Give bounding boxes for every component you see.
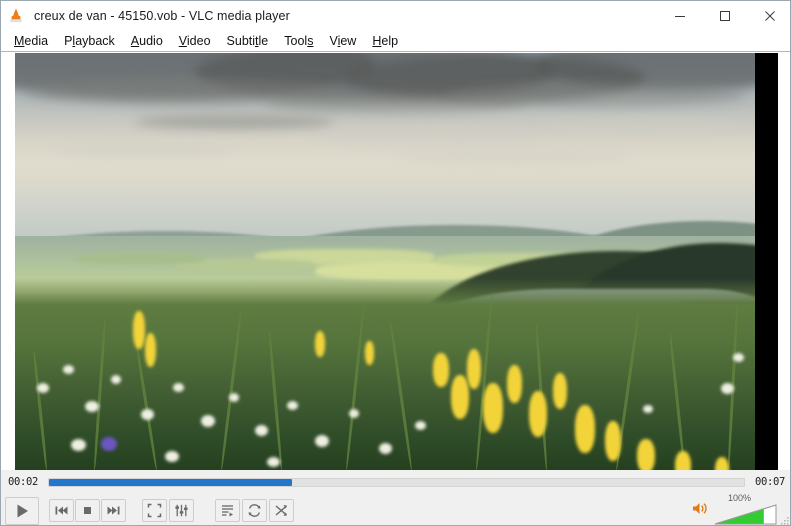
white-flower	[63, 365, 74, 374]
fullscreen-button[interactable]	[142, 499, 167, 522]
white-flower	[255, 425, 268, 436]
minimize-button[interactable]	[657, 1, 702, 31]
menu-item-media[interactable]: Media	[6, 31, 56, 52]
white-flower	[173, 383, 184, 392]
maximize-button[interactable]	[702, 1, 747, 31]
field-patch	[75, 253, 205, 264]
white-flower	[733, 353, 744, 362]
seek-fill	[49, 478, 293, 486]
white-flower	[111, 375, 121, 384]
white-flower	[37, 383, 49, 393]
white-flower	[315, 435, 329, 447]
yellow-flower	[133, 311, 145, 349]
menu-item-subtitle[interactable]: Subtitle	[219, 31, 277, 52]
white-flower	[267, 457, 280, 467]
menubar-separator	[1, 51, 790, 52]
transport-group	[49, 499, 127, 522]
white-flower	[141, 409, 154, 420]
cloud	[395, 153, 635, 163]
purple-flower	[101, 437, 117, 451]
vlc-main-window: creux de van - 45150.vob - VLC media pla…	[0, 0, 791, 526]
yellow-flower	[451, 375, 469, 419]
menu-item-playback[interactable]: Playback	[56, 31, 123, 52]
cloud	[135, 115, 335, 129]
stop-button[interactable]	[75, 499, 100, 522]
view-tools-group	[142, 499, 196, 522]
yellow-flower	[507, 365, 522, 403]
seek-slider[interactable]	[48, 477, 745, 487]
yellow-flower	[575, 405, 595, 453]
yellow-flower	[365, 341, 374, 365]
cloud	[55, 145, 235, 156]
menu-item-audio[interactable]: Audio	[123, 31, 171, 52]
vlc-cone-icon	[7, 7, 25, 25]
menu-item-tools[interactable]: Tools	[276, 31, 321, 52]
cloud	[315, 127, 545, 143]
speaker-icon[interactable]	[692, 501, 709, 521]
playlist-group	[215, 499, 296, 522]
cloud	[535, 119, 745, 133]
white-flower	[349, 409, 359, 418]
white-flower	[71, 439, 86, 451]
white-flower	[85, 401, 99, 412]
volume-wedge	[714, 503, 777, 524]
shuffle-button[interactable]	[269, 499, 294, 522]
play-button[interactable]	[5, 496, 39, 525]
elapsed-time-label: 00:02	[7, 476, 39, 488]
white-flower	[721, 383, 734, 394]
menu-item-help[interactable]: Help	[364, 31, 406, 52]
cloud	[445, 83, 745, 107]
white-flower	[229, 393, 239, 402]
close-button[interactable]	[747, 1, 790, 31]
yellow-flower	[637, 439, 655, 470]
yellow-flower	[467, 349, 481, 389]
yellow-flower	[433, 353, 449, 387]
playlist-button[interactable]	[215, 499, 240, 522]
total-time-label: 00:07	[754, 476, 786, 488]
white-flower	[201, 415, 215, 427]
menu-bar: Media Playback Audio Video Subtitle Tool…	[1, 31, 790, 52]
volume-control: 100%	[692, 493, 778, 525]
equalizer-button[interactable]	[169, 499, 194, 522]
seek-bar-row: 00:02 00:07	[1, 470, 790, 494]
yellow-flower	[145, 333, 156, 367]
loop-button[interactable]	[242, 499, 267, 522]
resize-grip[interactable]	[778, 513, 790, 525]
video-frame	[15, 53, 755, 470]
window-title: creux de van - 45150.vob - VLC media pla…	[34, 9, 290, 23]
video-display-area[interactable]	[15, 53, 778, 470]
title-bar: creux de van - 45150.vob - VLC media pla…	[1, 1, 790, 31]
menu-item-view[interactable]: View	[321, 31, 364, 52]
yellow-flower	[675, 451, 691, 470]
yellow-flower	[553, 373, 567, 409]
yellow-flower	[605, 421, 621, 461]
white-flower	[165, 451, 179, 462]
volume-slider[interactable]: 100%	[714, 493, 778, 525]
white-flower	[415, 421, 426, 430]
yellow-flower	[529, 391, 547, 437]
white-flower	[643, 405, 653, 413]
yellow-flower	[483, 383, 503, 433]
previous-button[interactable]	[49, 499, 74, 522]
white-flower	[379, 443, 392, 454]
window-controls	[657, 1, 790, 31]
letterbox-bar	[755, 53, 778, 470]
next-button[interactable]	[101, 499, 126, 522]
white-flower	[287, 401, 298, 410]
controls-bar: 100%	[1, 493, 790, 525]
volume-level-label: 100%	[728, 492, 752, 503]
yellow-flower	[315, 331, 325, 357]
menu-item-video[interactable]: Video	[171, 31, 219, 52]
